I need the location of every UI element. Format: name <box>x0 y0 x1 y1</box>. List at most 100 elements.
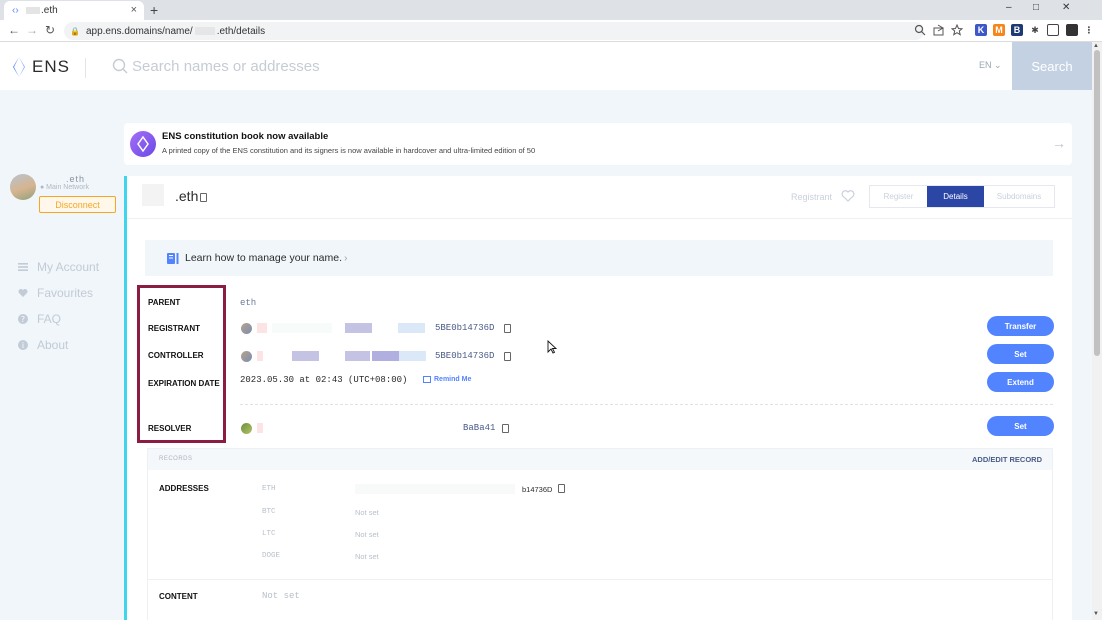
eth-address-value[interactable]: b14736D <box>522 485 552 494</box>
transfer-button[interactable]: Transfer <box>987 316 1054 336</box>
browser-tab[interactable]: ‹› .eth × <box>4 1 144 20</box>
copy-icon[interactable] <box>200 192 208 202</box>
forward-icon[interactable]: → <box>26 23 38 37</box>
tab-details[interactable]: Details <box>927 186 984 207</box>
ens-logo-icon <box>137 135 149 153</box>
name-details-card: .eth Registrant Register Details Subdoma… <box>124 176 1072 620</box>
url-field[interactable]: 🔒 app.ens.domains/name/ .eth/details <box>64 22 924 40</box>
bookmark-star-icon[interactable] <box>951 24 963 36</box>
tab-close-icon[interactable]: × <box>131 4 137 16</box>
copy-icon[interactable] <box>502 424 509 433</box>
arrow-right-icon[interactable]: → <box>1052 135 1066 151</box>
redacted-text <box>399 351 426 361</box>
tab-register[interactable]: Register <box>870 186 927 207</box>
resolver-avatar <box>241 423 252 434</box>
copy-icon[interactable] <box>504 324 511 333</box>
registrant-label: REGISTRANT <box>148 324 200 333</box>
extensions-puzzle-icon[interactable]: ✱ <box>1029 24 1041 36</box>
sidebar-item-faq[interactable]: ? FAQ <box>18 312 61 326</box>
addresses-label: ADDRESSES <box>159 484 209 493</box>
announcement-banner[interactable]: ENS constitution book now available A pr… <box>124 123 1072 165</box>
redacted-text <box>345 351 370 361</box>
extend-button[interactable]: Extend <box>987 372 1054 392</box>
learn-text: Learn how to manage your name. <box>185 252 343 264</box>
sidebar-item-about[interactable]: i About <box>18 338 68 352</box>
sidebar-item-my-account[interactable]: My Account <box>18 260 99 274</box>
sidepanel-icon[interactable] <box>1047 24 1059 36</box>
copy-icon[interactable] <box>504 352 511 361</box>
registrant-address[interactable]: 5BE0b14736D <box>435 323 494 333</box>
search-button[interactable]: Search <box>1012 42 1092 90</box>
metamask-icon[interactable]: M <box>993 24 1005 36</box>
parent-value[interactable]: eth <box>240 298 256 308</box>
redacted-text <box>292 351 319 361</box>
window-close-button[interactable]: ✕ <box>1062 2 1070 13</box>
share-icon[interactable] <box>933 24 945 36</box>
add-edit-record-button[interactable]: ADD/EDIT RECORD <box>972 455 1042 464</box>
account-avatar <box>10 174 36 200</box>
url-prefix: app.ens.domains/name/ <box>85 25 193 37</box>
svg-text:?: ? <box>21 315 25 324</box>
parent-label: PARENT <box>148 298 181 307</box>
redacted-text <box>26 7 40 14</box>
resolver-set-button[interactable]: Set <box>987 416 1054 436</box>
sidebar-item-favourites[interactable]: Favourites <box>18 286 93 300</box>
records-panel: RECORDS ADD/EDIT RECORD ADDRESSES ETH b1… <box>147 448 1053 620</box>
ens-header: ENS EN ⌄ Search <box>0 42 1092 90</box>
remind-me-link[interactable]: Remind Me <box>423 376 471 383</box>
extension-b-icon[interactable]: B <box>1011 24 1023 36</box>
eth-coin-label: ETH <box>262 485 276 493</box>
redacted-text <box>257 423 263 433</box>
sidebar-item-label: FAQ <box>37 312 62 326</box>
name-tabs: Register Details Subdomains <box>869 185 1055 208</box>
maximize-button[interactable]: □ <box>1033 2 1039 13</box>
name-text: .eth <box>175 188 199 204</box>
tab-subdomains[interactable]: Subdomains <box>984 186 1054 207</box>
language-value: EN <box>979 60 992 70</box>
ens-logo[interactable]: ENS <box>10 56 70 78</box>
zoom-icon[interactable] <box>914 24 926 36</box>
profile-icon[interactable] <box>1066 24 1078 36</box>
scroll-down-icon[interactable]: ▼ <box>1093 611 1099 617</box>
chevron-right-icon: › <box>344 252 348 264</box>
announcement-title: ENS constitution book now available <box>162 131 329 142</box>
highlight-box <box>137 285 226 443</box>
content-value: Not set <box>262 591 300 601</box>
learn-banner[interactable]: Learn how to manage your name. › <box>145 240 1053 276</box>
sidebar-item-label: Favourites <box>37 286 94 300</box>
divider <box>148 579 1052 580</box>
menu-dots-icon[interactable]: ⋮ <box>1083 24 1095 36</box>
redacted-text <box>345 323 372 333</box>
network-status: ● Main Network <box>40 184 89 191</box>
favourite-heart-icon[interactable] <box>841 189 855 203</box>
copy-icon[interactable] <box>558 484 565 493</box>
redacted-text <box>142 184 164 206</box>
controller-address[interactable]: 5BE0b14736D <box>435 351 494 361</box>
calendar-icon <box>423 376 431 383</box>
disconnect-button[interactable]: Disconnect <box>39 196 116 213</box>
reload-icon[interactable]: ↻ <box>45 23 55 37</box>
ens-constitution-icon <box>130 131 156 157</box>
redacted-text <box>372 351 399 361</box>
scroll-up-icon[interactable]: ▲ <box>1093 43 1099 49</box>
scrollbar-thumb[interactable] <box>1094 50 1100 356</box>
ens-logo-icon <box>13 57 25 77</box>
search-input[interactable] <box>132 54 632 78</box>
url-suffix: .eth/details <box>216 25 266 37</box>
resolver-label: RESOLVER <box>148 424 192 433</box>
header-divider <box>85 58 86 78</box>
btc-value: Not set <box>355 508 379 517</box>
new-tab-button[interactable]: + <box>150 2 158 18</box>
minimize-button[interactable]: – <box>1006 2 1012 13</box>
announcement-text: A printed copy of the ENS constitution a… <box>162 146 536 155</box>
back-icon[interactable]: ← <box>8 23 20 37</box>
resolver-address[interactable]: BaBa41 <box>463 423 495 433</box>
redacted-text <box>194 27 215 35</box>
question-icon: ? <box>18 314 28 324</box>
book-icon <box>167 252 179 264</box>
divider <box>240 404 1053 405</box>
controller-label: CONTROLLER <box>148 351 204 360</box>
extension-k-icon[interactable]: K <box>975 24 987 36</box>
controller-set-button[interactable]: Set <box>987 344 1054 364</box>
language-select[interactable]: EN ⌄ <box>979 60 1002 71</box>
